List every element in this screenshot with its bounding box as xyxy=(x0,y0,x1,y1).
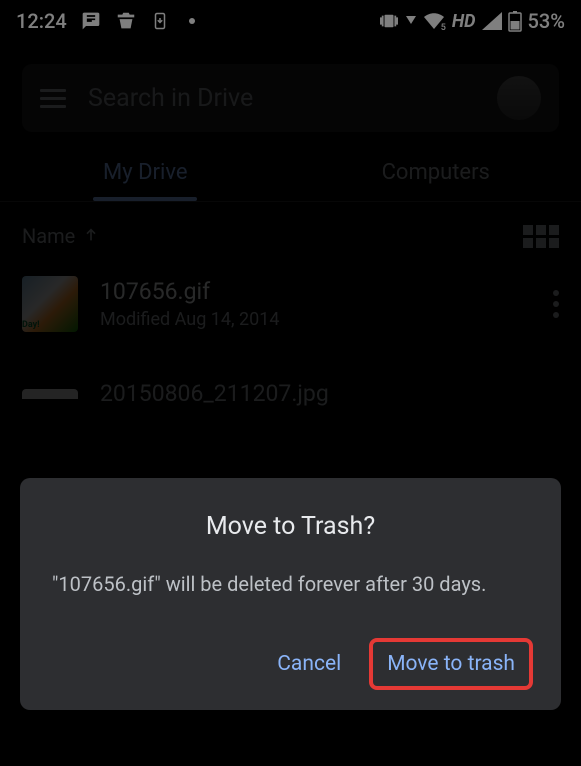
dialog-body: "107656.gif" will be deleted forever aft… xyxy=(52,569,529,600)
move-to-trash-button[interactable]: Move to trash xyxy=(373,642,529,686)
cancel-button[interactable]: Cancel xyxy=(263,642,355,686)
dialog-actions: Cancel Move to trash xyxy=(52,642,529,686)
move-to-trash-dialog: Move to Trash? "107656.gif" will be dele… xyxy=(20,478,561,710)
dialog-title: Move to Trash? xyxy=(52,512,529,541)
